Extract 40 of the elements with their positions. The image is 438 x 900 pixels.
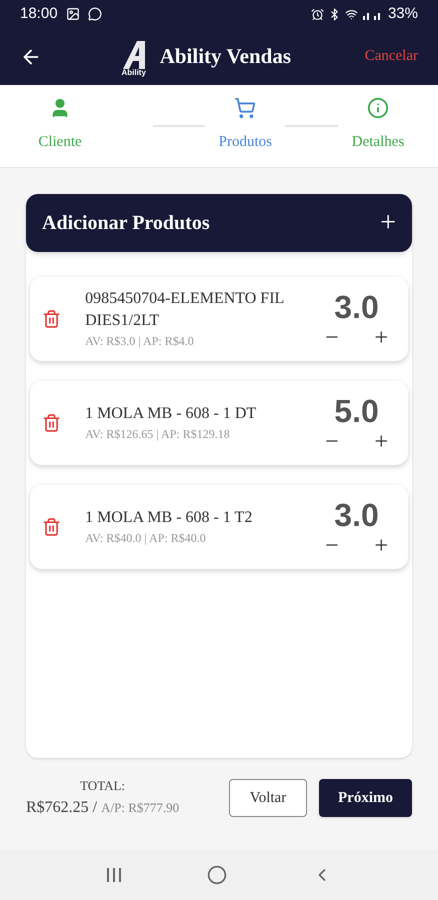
increase-button[interactable]: + <box>374 430 388 454</box>
increase-button[interactable]: + <box>374 326 388 350</box>
product-name: 1 MOLA MB - 608 - 1 DT <box>85 404 258 424</box>
home-icon[interactable] <box>206 865 227 885</box>
status-time: 18:00 <box>20 4 58 24</box>
chat-icon <box>88 7 102 21</box>
quantity: 5.0 <box>334 392 379 430</box>
logo-icon <box>120 40 147 68</box>
delete-icon[interactable] <box>42 309 62 329</box>
cancel-button[interactable]: Cancelar <box>364 45 418 68</box>
info-icon <box>367 97 390 119</box>
app-title: Ability Vendas <box>160 42 291 70</box>
recents-icon[interactable] <box>106 867 122 883</box>
delete-icon[interactable] <box>42 517 62 537</box>
step-tab[interactable]: Produtos <box>205 97 286 154</box>
quantity: 3.0 <box>334 496 379 534</box>
decrease-button[interactable]: − <box>325 430 339 454</box>
panel-title: Adicionar Produtos <box>42 211 210 236</box>
alarm-icon <box>310 8 324 20</box>
delete-icon[interactable] <box>42 413 62 433</box>
increase-button[interactable]: + <box>374 534 388 558</box>
logo-text: Ability <box>121 68 146 76</box>
cart-icon <box>234 97 256 119</box>
ap-total: A/P: R$777.90 <box>101 798 180 817</box>
wifi-icon <box>344 8 358 20</box>
battery-level: 33% <box>388 4 418 24</box>
product-prices: AV: R$40.0 | AP: R$40.0 <box>85 530 207 547</box>
decrease-button[interactable]: − <box>325 326 339 350</box>
add-button[interactable]: + <box>380 209 396 237</box>
total-value: R$762.25 / <box>26 798 98 818</box>
next-button[interactable]: Próximo <box>319 779 412 817</box>
decrease-button[interactable]: − <box>325 534 339 558</box>
image-icon <box>66 7 80 21</box>
product-name: 1 MOLA MB - 608 - 1 T2 <box>85 508 254 528</box>
quantity: 3.0 <box>334 288 379 326</box>
back-button[interactable]: Voltar <box>229 779 307 817</box>
product-prices: AV: R$3.0 | AP: R$4.0 <box>85 333 195 350</box>
product-prices: AV: R$126.65 | AP: R$129.18 <box>85 426 231 443</box>
product-name: 0985450704-ELEMENTO FIL DIES1/2LT <box>85 289 285 331</box>
total-label: TOTAL: <box>80 777 126 796</box>
